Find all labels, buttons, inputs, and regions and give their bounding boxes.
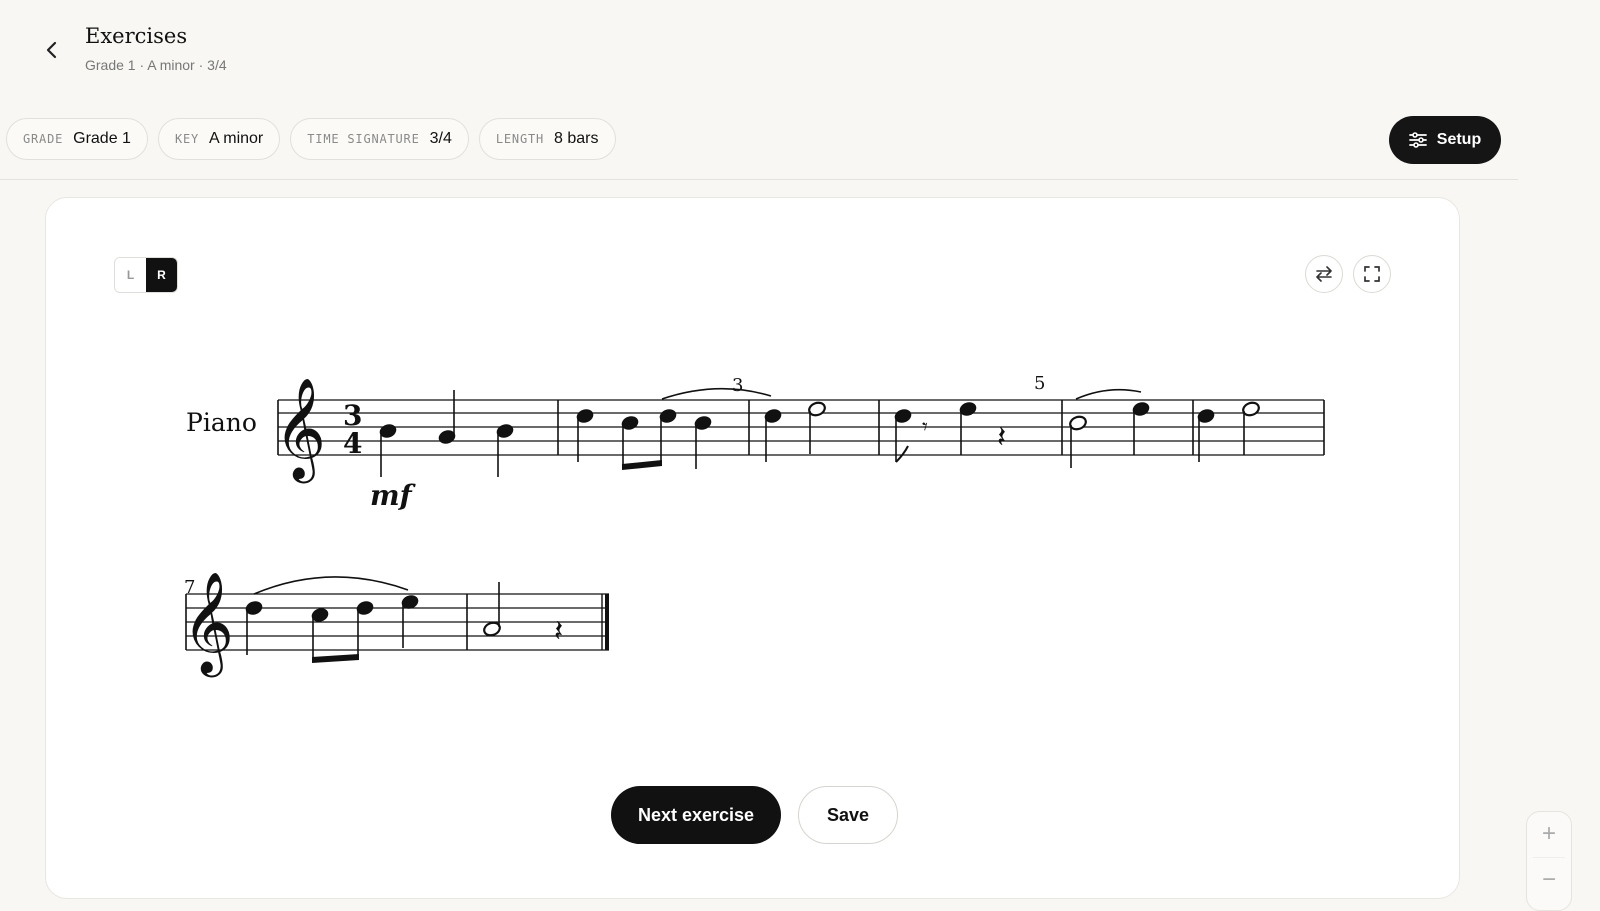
measure-2	[576, 409, 712, 470]
header-divider	[0, 179, 1518, 180]
length-chip[interactable]: LENGTH 8 bars	[478, 118, 616, 160]
setup-button[interactable]: Setup	[1389, 116, 1501, 164]
zoom-in-button[interactable]: +	[1527, 812, 1571, 856]
instrument-label: Piano	[186, 408, 257, 437]
measure-1	[379, 390, 514, 477]
measure-7	[245, 595, 419, 663]
svg-text:𝄾: 𝄾	[922, 415, 928, 440]
measure-8: 𝄽	[483, 582, 563, 649]
zoom-out-button[interactable]: −	[1527, 858, 1571, 902]
measure-number-5: 5	[1034, 373, 1045, 394]
chip-key: KEY	[174, 132, 200, 146]
time-signature-chip[interactable]: TIME SIGNATURE 3/4	[290, 118, 469, 160]
chip-key: TIME SIGNATURE	[307, 132, 420, 146]
music-score: Piano 𝄞 3 4 mf 3 𝄾 𝄽 5 7 𝄞 𝄽	[182, 373, 1325, 678]
slur	[661, 387, 772, 400]
save-button[interactable]: Save	[798, 786, 898, 844]
back-button[interactable]	[38, 36, 66, 64]
staff-2	[186, 593, 609, 651]
treble-clef: 𝄞	[182, 570, 234, 678]
settings-chips: GRADE Grade 1 KEY A minor TIME SIGNATURE…	[6, 118, 616, 160]
key-chip[interactable]: KEY A minor	[157, 118, 281, 160]
slur	[1075, 388, 1142, 400]
chip-value: 3/4	[429, 130, 452, 147]
time-signature-bottom: 4	[343, 427, 362, 460]
setup-label: Setup	[1436, 131, 1482, 148]
page-title: Exercises	[85, 24, 188, 48]
chip-value: A minor	[209, 130, 264, 147]
zoom-controls: + −	[1526, 811, 1572, 911]
treble-clef: 𝄞	[274, 376, 326, 484]
score-card: L R Piano 𝄞 3 4 mf 3 𝄾 𝄽 5 7 𝄞 𝄽 Next ex…	[45, 197, 1460, 899]
triplet-marker: 3	[732, 375, 743, 396]
svg-text:𝄽: 𝄽	[997, 420, 1006, 455]
sliders-icon	[1408, 132, 1427, 148]
chip-value: Grade 1	[73, 130, 131, 147]
dynamic-marking: mf	[370, 479, 417, 512]
staff-1	[278, 399, 1324, 456]
svg-text:𝄽: 𝄽	[554, 614, 563, 649]
measure-4: 𝄾 𝄽	[894, 402, 1006, 463]
measure-3	[764, 401, 826, 462]
measure-5	[1069, 402, 1150, 468]
chip-key: GRADE	[23, 132, 64, 146]
grade-chip[interactable]: GRADE Grade 1	[6, 118, 148, 160]
measure-6	[1197, 401, 1260, 462]
chip-key: LENGTH	[495, 132, 545, 146]
chevron-left-icon	[46, 41, 57, 59]
slur	[253, 576, 409, 595]
next-exercise-button[interactable]: Next exercise	[611, 786, 781, 844]
page-subtitle: Grade 1 · A minor · 3/4	[85, 57, 227, 73]
chip-value: 8 bars	[554, 130, 599, 147]
